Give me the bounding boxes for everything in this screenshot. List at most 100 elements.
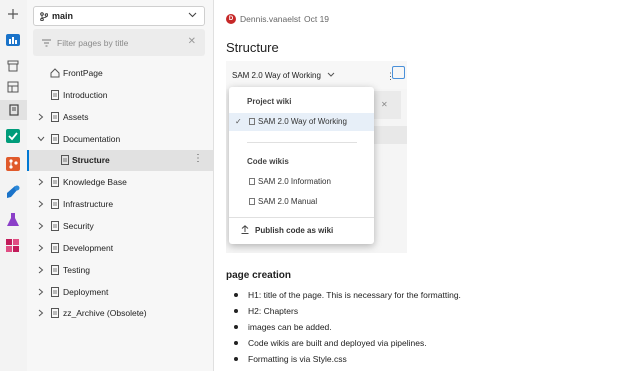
tree-item-label: Infrastructure — [63, 199, 114, 209]
archive-icon[interactable] — [5, 58, 21, 74]
tree-item-label: Structure — [72, 155, 110, 165]
repos-icon[interactable] — [5, 156, 21, 172]
dropdown-item-information: SAM 2.0 Information — [229, 173, 374, 191]
page-title: Structure — [226, 40, 279, 55]
list-item-text: H2: Chapters — [248, 306, 299, 316]
boards-icon[interactable] — [5, 128, 21, 144]
wiki-page-icon — [249, 118, 255, 125]
tree-item-label: Security — [63, 221, 94, 231]
page-icon — [51, 90, 59, 100]
wiki-dropdown: Project wiki ✓ SAM 2.0 Way of Working Co… — [229, 87, 374, 244]
list-item-text: images can be added. — [248, 322, 332, 332]
list-item-text: H1: title of the page. This is necessary… — [248, 290, 461, 300]
chevron-right-icon[interactable] — [36, 177, 46, 187]
tree-item-label: Assets — [63, 112, 89, 122]
list-item: Formatting is via Style.css — [226, 354, 347, 364]
chevron-right-icon[interactable] — [36, 308, 46, 318]
edit-date: Oct 19 — [304, 14, 330, 24]
page-icon — [51, 243, 59, 253]
page-icon — [51, 177, 59, 187]
plus-icon[interactable] — [5, 6, 21, 22]
tree-item-testing[interactable]: Testing — [27, 260, 213, 281]
dropdown-item-way-of-working: ✓ SAM 2.0 Way of Working — [229, 113, 374, 131]
tree-item-label: Knowledge Base — [63, 177, 127, 187]
nav-rail — [0, 0, 28, 371]
wiki-page-icon — [249, 198, 255, 205]
screenshot-row — [369, 126, 407, 144]
tree-item-label: Testing — [63, 265, 90, 275]
list-item: Code wikis are built and deployed via pi… — [226, 338, 427, 348]
branch-name: main — [52, 11, 74, 21]
wiki-page-icon — [249, 178, 255, 185]
filter-icon — [42, 39, 51, 47]
selection-indicator — [27, 150, 29, 171]
close-icon: ✕ — [381, 100, 388, 109]
tree-item-label: Introduction — [63, 90, 108, 100]
tree-item-security[interactable]: Security — [27, 216, 213, 237]
page-icon — [51, 221, 59, 231]
page-icon — [51, 112, 59, 122]
chevron-right-icon[interactable] — [36, 287, 46, 297]
wiki-tree-panel: main Filter pages by title ✕ FrontPage I… — [27, 0, 214, 371]
tree-item-label: FrontPage — [63, 68, 103, 78]
tree-item-label: Documentation — [63, 134, 121, 144]
tree-item-assets[interactable]: Assets — [27, 107, 213, 128]
dashboard-icon[interactable] — [5, 79, 21, 95]
clear-icon[interactable]: ✕ — [188, 36, 196, 47]
tree-item-introduction[interactable]: Introduction — [27, 85, 213, 106]
tree-item-structure[interactable]: Structure ⋮ — [27, 150, 213, 171]
filter-pages-input[interactable]: Filter pages by title ✕ — [33, 29, 205, 56]
dropdown-item-manual: SAM 2.0 Manual — [229, 193, 374, 211]
page-icon — [51, 134, 59, 144]
list-item: images can be added. — [226, 322, 332, 332]
avatar: D — [226, 14, 236, 24]
tree-item-infrastructure[interactable]: Infrastructure — [27, 194, 213, 215]
chevron-down-icon[interactable] — [36, 134, 46, 144]
more-options-icon[interactable]: ⋮ — [193, 153, 203, 164]
tree-item-label: Development — [63, 243, 114, 253]
page-icon — [51, 287, 59, 297]
divider — [247, 142, 357, 143]
dropdown-item-label: SAM 2.0 Information — [258, 177, 331, 186]
screenshot-wiki-selector-label: SAM 2.0 Way of Working — [232, 71, 321, 80]
check-icon: ✓ — [235, 117, 242, 126]
tree-item-deployment[interactable]: Deployment — [27, 282, 213, 303]
list-item-text: Code wikis are built and deployed via pi… — [248, 338, 427, 348]
chevron-right-icon[interactable] — [36, 199, 46, 209]
home-icon — [50, 68, 60, 78]
page-icon — [61, 155, 69, 165]
filter-placeholder: Filter pages by title — [57, 38, 129, 48]
tree-item-knowledge-base[interactable]: Knowledge Base — [27, 172, 213, 193]
overview-icon[interactable] — [5, 32, 21, 48]
chevron-right-icon[interactable] — [36, 221, 46, 231]
section-heading: page creation — [226, 270, 292, 281]
dropdown-item-label: SAM 2.0 Manual — [258, 197, 318, 206]
tree-item-frontpage[interactable]: FrontPage — [27, 63, 213, 84]
tree-item-development[interactable]: Development — [27, 238, 213, 259]
page-icon — [51, 265, 59, 275]
dropdown-header-code: Code wikis — [247, 157, 289, 166]
branch-selector[interactable]: main — [33, 6, 205, 26]
chevron-right-icon[interactable] — [36, 265, 46, 275]
upload-icon — [241, 225, 249, 234]
chevron-right-icon[interactable] — [36, 112, 46, 122]
tree-item-documentation[interactable]: Documentation — [27, 129, 213, 150]
author-name[interactable]: Dennis.vanaelst — [240, 14, 300, 24]
artifacts-icon[interactable] — [5, 238, 21, 254]
tree-item-label: zz_Archive (Obsolete) — [63, 308, 147, 318]
chevron-down-icon — [327, 72, 335, 77]
divider — [229, 217, 374, 218]
screenshot-wiki-selector: SAM 2.0 Way of Working — [232, 71, 335, 80]
dropdown-header-project: Project wiki — [247, 97, 292, 106]
chevron-right-icon[interactable] — [36, 243, 46, 253]
list-item-text: Formatting is via Style.css — [248, 354, 347, 364]
embedded-screenshot: SAM 2.0 Way of Working ⋮ ✕ Project wiki … — [226, 61, 407, 253]
branch-icon — [40, 12, 48, 21]
tree-item-archive[interactable]: zz_Archive (Obsolete) — [27, 303, 213, 324]
tree-item-label: Deployment — [63, 287, 109, 297]
pipelines-icon[interactable] — [5, 184, 21, 200]
page-icon — [51, 199, 59, 209]
wiki-icon[interactable] — [0, 100, 27, 120]
page-icon — [51, 308, 59, 318]
test-plans-icon[interactable] — [5, 212, 21, 228]
